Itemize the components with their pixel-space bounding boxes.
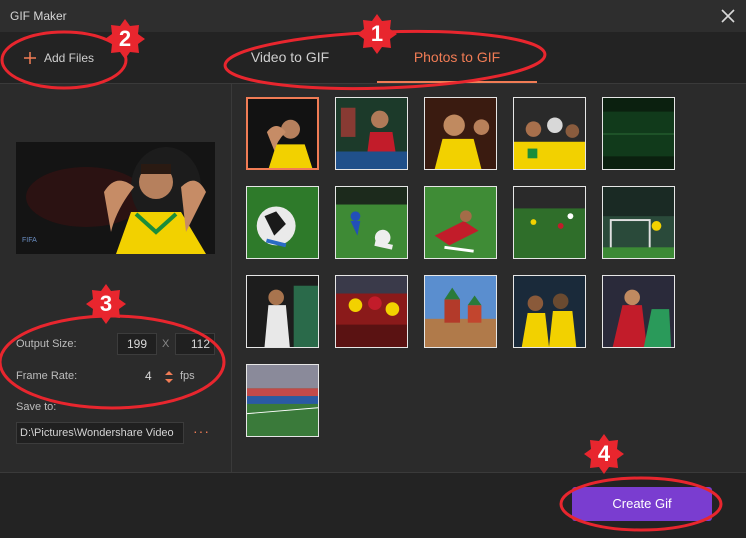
photo-thumbnail[interactable] xyxy=(335,97,408,170)
save-path-field[interactable]: D:\Pictures\Wondershare Video xyxy=(16,422,184,444)
photo-thumbnail[interactable] xyxy=(424,186,497,259)
toolbar: Add Files Video to GIF Photos to GIF xyxy=(0,32,746,84)
close-icon[interactable] xyxy=(718,6,738,26)
frame-rate-stepper[interactable] xyxy=(164,369,174,385)
preview-image: FIFA xyxy=(16,142,215,254)
fps-unit: fps xyxy=(180,370,195,382)
photo-thumbnail[interactable] xyxy=(335,186,408,259)
add-files-button[interactable]: Add Files xyxy=(24,48,94,68)
add-files-label: Add Files xyxy=(44,51,95,65)
photo-thumbnail[interactable] xyxy=(602,275,675,348)
create-gif-button[interactable]: Create Gif xyxy=(572,487,712,521)
active-tab-indicator xyxy=(377,81,537,83)
tab-photos-to-gif[interactable]: Photos to GIF xyxy=(377,32,537,83)
photo-thumbnail[interactable] xyxy=(335,275,408,348)
photo-thumbnail[interactable] xyxy=(246,97,319,170)
photo-thumbnail[interactable] xyxy=(424,97,497,170)
photo-thumbnail[interactable] xyxy=(246,186,319,259)
photo-grid xyxy=(232,84,746,472)
output-height-input[interactable]: 112 xyxy=(175,333,215,355)
photo-thumbnail[interactable] xyxy=(513,186,586,259)
title-bar: GIF Maker xyxy=(0,0,746,32)
output-width-input[interactable]: 199 xyxy=(117,333,157,355)
size-separator: X xyxy=(162,338,170,350)
browse-folder-button[interactable]: ··· xyxy=(193,423,210,439)
photo-thumbnail[interactable] xyxy=(513,97,586,170)
svg-text:FIFA: FIFA xyxy=(22,237,37,244)
photo-thumbnail[interactable] xyxy=(602,97,675,170)
photo-thumbnail[interactable] xyxy=(513,275,586,348)
frame-rate-label: Frame Rate: xyxy=(16,370,78,382)
footer-bar: Create Gif xyxy=(0,472,746,538)
plus-icon xyxy=(24,52,36,64)
window-title: GIF Maker xyxy=(10,9,67,23)
save-to-label: Save to: xyxy=(16,401,57,413)
tab-video-to-gif[interactable]: Video to GIF xyxy=(240,32,340,83)
photo-thumbnail[interactable] xyxy=(424,275,497,348)
photo-thumbnail[interactable] xyxy=(602,186,675,259)
photo-thumbnail[interactable] xyxy=(246,275,319,348)
settings-panel: FIFA Output Size: 199 X 112 Frame Rate: … xyxy=(0,84,232,472)
photo-thumbnail[interactable] xyxy=(246,364,319,437)
output-size-label: Output Size: xyxy=(16,338,77,350)
